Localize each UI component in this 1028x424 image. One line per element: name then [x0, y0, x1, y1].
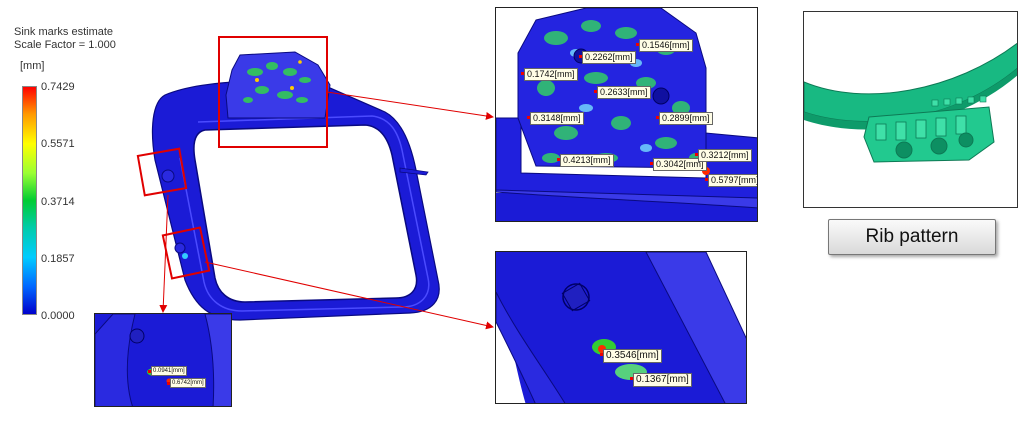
value-label: 0.4213[mm] — [557, 154, 614, 167]
value-label: 0.1742[mm] — [521, 68, 578, 81]
value-label: 0.6742[mm] — [167, 378, 206, 388]
rib-pattern-graphic — [804, 42, 1017, 163]
inset-bottom-left-graphic — [95, 314, 231, 406]
rib-pattern-image — [803, 11, 1018, 208]
value-label: 0.2262[mm] — [579, 51, 636, 64]
inset-top-rib-zoom: 0.1546[mm] 0.2262[mm] 0.1742[mm] 0.2633[… — [495, 7, 758, 222]
inset-bottom-right-zoom: 0.3546[mm] 0.1367[mm] — [495, 251, 747, 404]
part-inner-opening — [193, 124, 418, 303]
value-label: 0.0941[mm] — [148, 366, 187, 376]
inset-bottom-left-zoom: 0.0941[mm] 0.6742[mm] — [94, 313, 232, 407]
inset-bottom-right-graphic — [496, 252, 746, 403]
value-label: 0.2899[mm] — [656, 112, 713, 125]
value-label: 0.5797[mm] — [705, 174, 757, 187]
value-label: 0.1367[mm] — [630, 373, 692, 387]
value-label: 0.3546[mm] — [600, 349, 662, 363]
value-label: 0.3148[mm] — [527, 112, 584, 125]
rib-pattern-label: Rib pattern — [828, 219, 996, 255]
value-label: 0.3212[mm] — [695, 149, 752, 162]
value-label: 0.2633[mm] — [594, 86, 651, 99]
value-label: 0.1546[mm] — [636, 39, 693, 52]
